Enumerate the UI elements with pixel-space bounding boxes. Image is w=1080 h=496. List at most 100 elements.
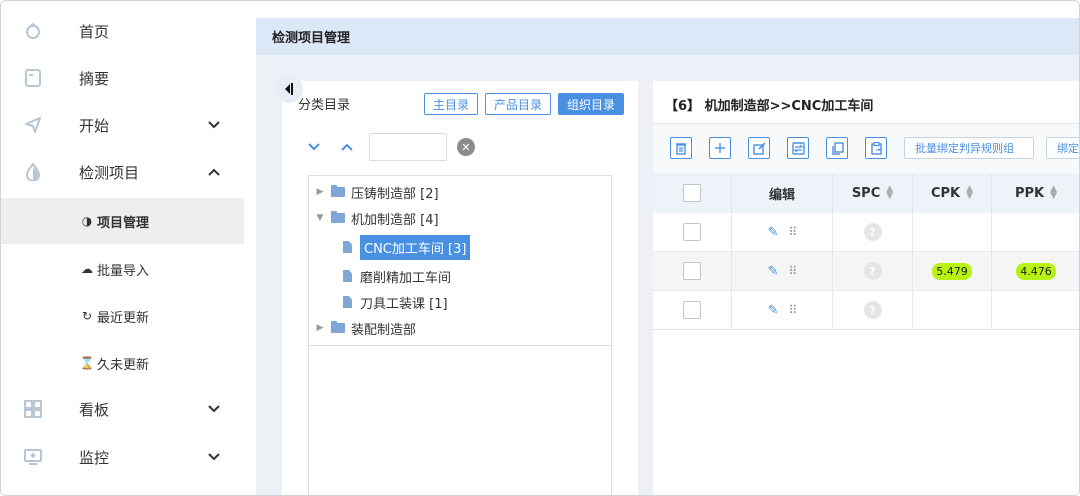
tree-node-label: 机加制造部 [4] (351, 212, 439, 228)
sort-icon[interactable]: ▲ ▼ (1050, 185, 1057, 201)
tree-node-label: 压铸制造部 [2] (351, 186, 439, 202)
cell-ppk: 4.476 (992, 252, 1079, 290)
cell-edit: ✎ ⠿ (732, 252, 833, 290)
cell-edit: ✎ ⠿ (732, 291, 833, 329)
folder-icon (331, 321, 345, 333)
app-window: 首页 摘要 开始 检测项目 ◑ 项目管理 ☁ 批量导入 ↻ 最近更新 ⌛ 久未更… (0, 0, 1080, 496)
refresh-icon: ↻ (81, 309, 93, 323)
clear-icon[interactable]: ✕ (457, 138, 475, 156)
sidebar-item-label: 开始 (79, 116, 110, 135)
cpk-value: 5.479 (932, 262, 972, 280)
sidebar-item-dashboard[interactable]: 看板 (1, 386, 244, 432)
ppk-value: 4.476 (1016, 262, 1056, 280)
monitor-icon (23, 447, 43, 467)
sidebar-item-start[interactable]: 开始 (1, 102, 244, 148)
tree-panel-frame (308, 346, 612, 495)
cloud-icon: ☁ (81, 262, 93, 276)
collapse-all-icon[interactable] (339, 139, 355, 155)
sidebar-item-summary[interactable]: 摘要 (1, 55, 244, 101)
row-checkbox[interactable] (683, 223, 701, 241)
paste-button[interactable] (865, 137, 887, 159)
batch-bind-rules-button[interactable]: 批量绑定判异规则组 (904, 137, 1034, 159)
half-circle-icon: ◑ (81, 214, 93, 228)
sort-icon[interactable]: ▲ ▼ (886, 185, 893, 201)
row-checkbox[interactable] (683, 301, 701, 319)
sidebar-sub-batch-import[interactable]: ☁ 批量导入 (1, 246, 244, 292)
tree-node-label: 刀具工装课 [1] (360, 296, 448, 312)
sidebar-item-label: 摘要 (79, 69, 110, 88)
cell-ppk (992, 213, 1079, 251)
sidebar-sub-project-management[interactable]: ◑ 项目管理 (1, 198, 244, 244)
help-icon[interactable]: ? (863, 301, 882, 319)
chevron-down-icon (207, 118, 221, 132)
sidebar-sub-label: 项目管理 (97, 215, 150, 231)
sidebar-sub-stale-updates[interactable]: ⌛ 久未更新 (1, 340, 244, 386)
help-icon[interactable]: ? (863, 223, 882, 241)
tree-search-input[interactable] (369, 133, 447, 161)
delete-button[interactable] (670, 137, 692, 159)
caret-right-icon: ▶ (316, 187, 324, 197)
cell-select (653, 291, 732, 329)
tree-node[interactable]: ▶ 压铸制造部 [2] (315, 181, 439, 203)
tree-node[interactable]: ▶ 装配制造部 (315, 317, 416, 339)
file-icon (343, 296, 352, 308)
sort-icon[interactable]: ▲ ▼ (966, 185, 973, 201)
select-all-checkbox[interactable] (683, 184, 701, 202)
sidebar-item-label: 检测项目 (79, 163, 140, 182)
chevron-up-icon (207, 165, 221, 179)
bind-button[interactable]: 绑定 (1046, 137, 1079, 159)
sidebar-sub-label: 最近更新 (97, 310, 150, 326)
cell-ppk (992, 291, 1079, 329)
column-label: CPK (930, 185, 961, 201)
tree-node-label: CNC加工车间 [3] (360, 234, 471, 260)
category-panel: 分类目录 主目录 产品目录 组织目录 ✕ ▶ 压铸制造部 [2] ▼ 机加制造部… (275, 75, 638, 495)
import-button[interactable] (787, 137, 809, 159)
send-icon (23, 115, 43, 135)
cell-select (653, 213, 732, 251)
column-header-ppk[interactable]: PPK ▲ ▼ (992, 173, 1079, 213)
table-row[interactable]: ✎ ⠿ ? 5.479 4.476 (653, 252, 1079, 291)
sidebar-item-home[interactable]: 首页 (1, 8, 244, 54)
trash-icon (676, 142, 686, 155)
org-catalog-button[interactable]: 组织目录 (558, 93, 624, 115)
row-checkbox[interactable] (683, 262, 701, 280)
copy-button[interactable] (826, 137, 848, 159)
edit-icon[interactable]: ✎ (768, 303, 779, 318)
clipboard-icon (870, 141, 882, 155)
column-header-spc[interactable]: SPC ▲ ▼ (833, 173, 913, 213)
home-icon (23, 21, 43, 41)
table-row[interactable]: ✎ ⠿ ? (653, 291, 1079, 330)
cell-cpk (913, 213, 992, 251)
tree-node[interactable]: 磨削精加工车间 (343, 265, 451, 287)
add-button[interactable] (709, 137, 731, 159)
help-icon[interactable]: ? (863, 262, 882, 280)
sidebar-sub-recent-updates[interactable]: ↻ 最近更新 (1, 293, 244, 339)
edit-icon[interactable]: ✎ (768, 264, 779, 279)
tree-node[interactable]: 刀具工装课 [1] (343, 291, 448, 313)
column-label: PPK (1014, 185, 1045, 201)
column-header-cpk[interactable]: CPK ▲ ▼ (913, 173, 992, 213)
main-catalog-button[interactable]: 主目录 (424, 93, 478, 115)
toolbar: 批量绑定判异规则组 绑定 (653, 124, 1079, 173)
tree-controls: ✕ (282, 133, 638, 163)
cell-spc: ? (833, 252, 913, 290)
tree-node-selected[interactable]: CNC加工车间 [3] (343, 234, 471, 260)
drag-handle-icon[interactable]: ⠿ (789, 264, 798, 278)
file-icon (343, 241, 352, 253)
edit-icon[interactable]: ✎ (768, 225, 779, 240)
plus-icon (715, 143, 725, 153)
sidebar-item-inspection[interactable]: 检测项目 (1, 149, 244, 195)
column-label: SPC (851, 185, 881, 201)
dashboard-icon (23, 399, 43, 419)
sidebar-item-monitor[interactable]: 监控 (1, 434, 244, 480)
drag-handle-icon[interactable]: ⠿ (789, 225, 798, 239)
table-row[interactable]: ✎ ⠿ ? (653, 213, 1079, 252)
drag-handle-icon[interactable]: ⠿ (789, 303, 798, 317)
product-catalog-button[interactable]: 产品目录 (485, 93, 551, 115)
tree-node[interactable]: ▼ 机加制造部 [4] (315, 207, 439, 229)
edit-button[interactable] (748, 137, 770, 159)
document-icon (23, 68, 43, 88)
expand-all-icon[interactable] (306, 139, 322, 155)
category-title: 分类目录 (298, 98, 351, 113)
chevron-down-icon (207, 450, 221, 464)
